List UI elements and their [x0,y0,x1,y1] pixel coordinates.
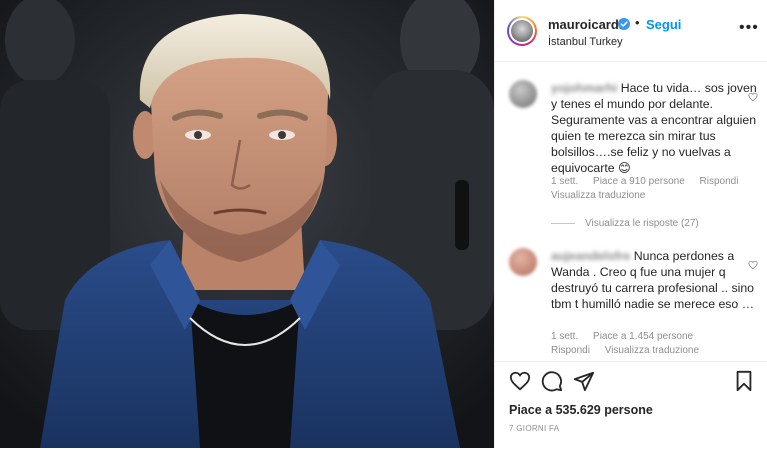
author-avatar[interactable] [507,16,537,46]
comments-list[interactable]: yojohmarhi Hace tu vida… sos joven y ten… [495,62,767,360]
post-likes-count[interactable]: Piace a 535.629 persone [509,403,653,417]
comment-bubble-icon[interactable] [541,370,563,392]
post-location[interactable]: İstanbul Turkey [548,36,623,48]
comment-likes[interactable]: Piace a 1.454 persone [593,331,693,342]
comment-likes[interactable]: Piace a 910 persone [593,176,685,187]
comment-meta: 1 sett. Piace a 1.454 persone [551,330,705,344]
heart-icon[interactable] [509,370,531,392]
more-options-icon[interactable]: ••• [739,20,759,36]
header-separator: • [635,15,640,30]
author-username[interactable]: mauroicardi [548,17,622,32]
view-replies-label: Visualizza le risposte (27) [585,218,699,229]
comment-like-icon[interactable] [748,260,758,270]
translate-button[interactable]: Visualizza traduzione [551,190,645,201]
comment-author[interactable]: yojohmarhi [551,80,617,96]
comment-meta: 1 sett. Piace a 910 persone Rispondi [551,175,750,189]
post-photo[interactable] [0,0,494,448]
bookmark-icon[interactable] [733,370,755,392]
comment-time: 1 sett. [551,331,579,342]
photo-illustration [0,0,494,448]
post-side-panel: mauroicardi • Segui İstanbul Turkey ••• … [494,0,767,449]
comment-like-icon[interactable] [748,92,758,102]
follow-button[interactable]: Segui [646,17,681,32]
comment-avatar[interactable] [509,248,537,276]
replies-divider [551,222,575,224]
comment-body: aujeandelsfre Nunca perdones a Wanda . C… [551,248,757,312]
verified-badge-icon [618,18,630,30]
comment-avatar[interactable] [509,80,537,108]
instagram-post-modal: mauroicardi • Segui İstanbul Turkey ••• … [0,0,767,449]
post-date[interactable]: 7 GIORNI FA [509,424,559,433]
paper-plane-icon[interactable] [573,370,595,392]
reply-button[interactable]: Rispondi [551,345,590,356]
reply-button[interactable]: Rispondi [700,176,739,187]
post-header: mauroicardi • Segui İstanbul Turkey ••• [495,0,767,62]
comment-author[interactable]: aujeandelsfre [551,248,630,264]
comment-reply-row: Rispondi Visualizza traduzione [551,344,711,358]
comment-body: yojohmarhi Hace tu vida… sos joven y ten… [551,80,757,176]
view-replies-button[interactable]: Visualizza le risposte (27) [551,217,699,231]
post-actions: Piace a 535.629 persone 7 GIORNI FA [495,361,767,449]
translate-button[interactable]: Visualizza traduzione [605,345,699,356]
comment-translate-row: Visualizza traduzione [551,189,657,203]
comment-time: 1 sett. [551,176,579,187]
